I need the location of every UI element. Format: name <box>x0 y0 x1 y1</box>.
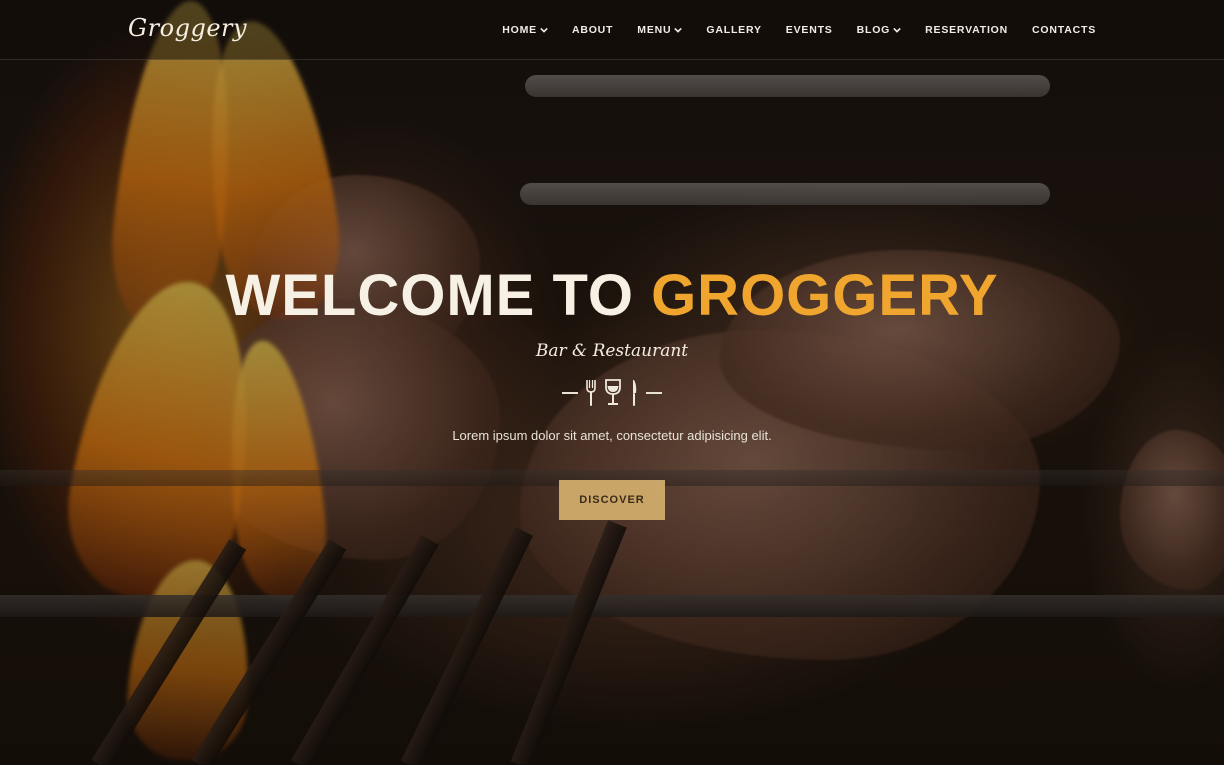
nav-item-home[interactable]: HOME <box>502 24 548 36</box>
nav-item-reservation[interactable]: RESERVATION <box>925 24 1008 36</box>
nav-item-blog[interactable]: BLOG <box>857 24 902 36</box>
discover-button[interactable]: DISCOVER <box>559 480 665 520</box>
hero-title-accent: GROGGERY <box>651 263 999 328</box>
nav-item-label: BLOG <box>856 24 891 36</box>
wine-glass-icon <box>605 379 621 405</box>
nav-item-contacts[interactable]: CONTACTS <box>1032 24 1096 36</box>
nav-item-label: GALLERY <box>706 24 762 36</box>
divider-line <box>562 392 578 394</box>
divider-line <box>646 392 662 394</box>
hero-lead-text: Lorem ipsum dolor sit amet, consectetur … <box>452 428 772 443</box>
site-header: Groggery HOME ABOUT MENU GALLERY EVENTS … <box>0 0 1224 60</box>
cutlery-divider <box>0 379 1224 407</box>
nav-item-label: MENU <box>637 24 672 36</box>
nav-item-label: HOME <box>502 24 537 36</box>
nav-item-about[interactable]: ABOUT <box>572 24 613 36</box>
site-logo[interactable]: Groggery <box>128 14 247 42</box>
chevron-down-icon <box>540 27 548 33</box>
main-navigation: HOME ABOUT MENU GALLERY EVENTS BLOG RESE… <box>502 0 1096 60</box>
nav-item-menu[interactable]: MENU <box>637 24 683 36</box>
hero-subtitle: Bar & Restaurant <box>535 341 689 361</box>
hero-title-prefix: WELCOME TO <box>225 263 652 328</box>
chevron-down-icon <box>893 27 901 33</box>
nav-item-events[interactable]: EVENTS <box>786 24 833 36</box>
fork-icon <box>586 380 596 406</box>
nav-item-label: ABOUT <box>571 24 614 36</box>
nav-item-label: EVENTS <box>785 24 833 36</box>
hero-title: WELCOME TO GROGGERY <box>0 262 1224 329</box>
nav-item-gallery[interactable]: GALLERY <box>706 24 761 36</box>
nav-item-label: CONTACTS <box>1032 24 1096 36</box>
knife-icon <box>633 380 637 406</box>
chevron-down-icon <box>674 27 683 33</box>
nav-item-label: RESERVATION <box>925 24 1009 36</box>
